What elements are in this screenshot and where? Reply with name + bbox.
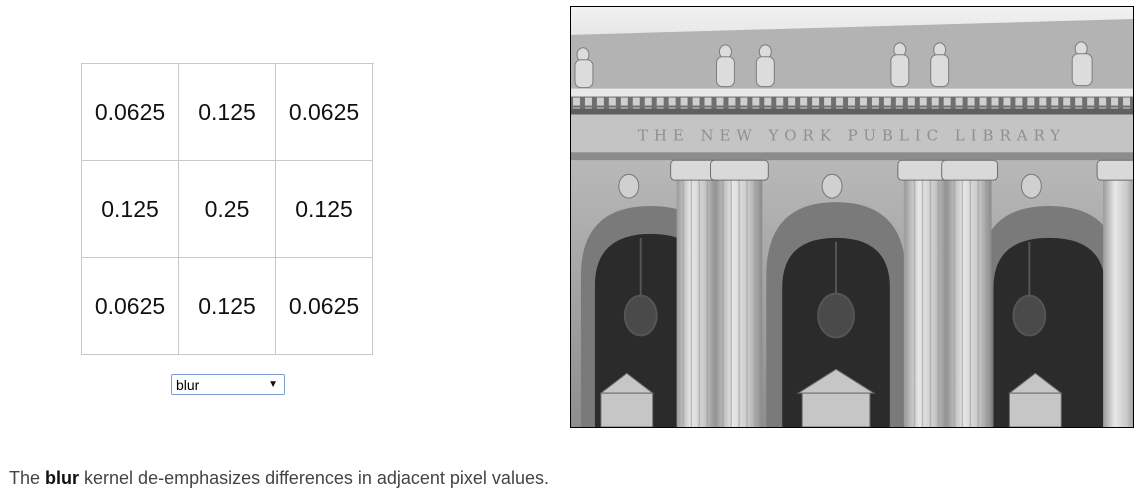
kernel-matrix: 0.0625 0.125 0.0625 0.125 0.25 0.125 0.0…	[81, 63, 374, 355]
kernel-cell-r0c2[interactable]: 0.0625	[276, 64, 373, 161]
kernel-cell-r0c1[interactable]: 0.125	[179, 64, 276, 161]
chevron-down-icon: ▼	[268, 379, 278, 390]
kernel-cell-r2c1[interactable]: 0.125	[179, 258, 276, 355]
kernel-cell-r1c0[interactable]: 0.125	[82, 161, 179, 258]
kernel-select[interactable]: blur ▼	[171, 374, 285, 395]
caption-kernel-name: blur	[45, 468, 80, 488]
caption-suffix: kernel de-emphasizes differences in adja…	[79, 468, 549, 488]
kernel-select-value: blur	[176, 376, 200, 393]
kernel-description: The blur kernel de-emphasizes difference…	[9, 468, 549, 489]
kernel-cell-r1c1[interactable]: 0.25	[179, 161, 276, 258]
frieze-inscription: THE NEW YORK PUBLIC LIBRARY	[638, 126, 1066, 144]
output-image: THE NEW YORK PUBLIC LIBRARY	[570, 6, 1134, 428]
kernel-cell-r2c0[interactable]: 0.0625	[82, 258, 179, 355]
kernel-cell-r1c2[interactable]: 0.125	[276, 161, 373, 258]
library-facade-photo: THE NEW YORK PUBLIC LIBRARY	[571, 7, 1133, 427]
kernel-cell-r0c0[interactable]: 0.0625	[82, 64, 179, 161]
kernel-cell-r2c2[interactable]: 0.0625	[276, 258, 373, 355]
caption-prefix: The	[9, 468, 46, 488]
